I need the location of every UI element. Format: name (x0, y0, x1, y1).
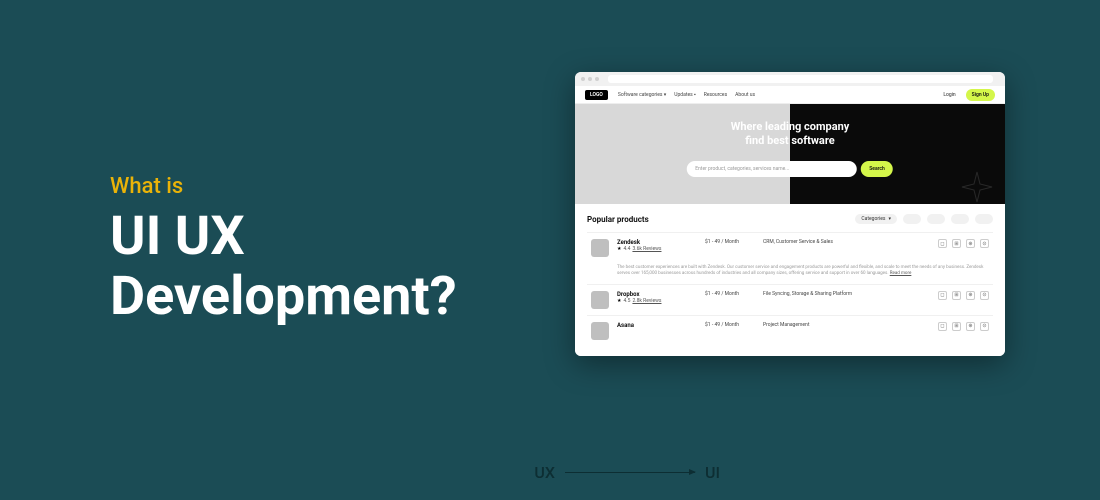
more-icon[interactable]: ⊙ (980, 291, 989, 300)
eyebrow-text: What is (110, 174, 560, 199)
product-description: The best customer experiences are built … (587, 263, 993, 284)
website-mockup: LOGO Software categories ▾ Updates ▪ Res… (575, 72, 1005, 356)
nav-resources[interactable]: Resources (704, 92, 727, 98)
arrow-icon (565, 472, 695, 473)
top-nav: LOGO Software categories ▾ Updates ▪ Res… (575, 86, 1005, 104)
product-price: $1 - 49 / Month (705, 239, 755, 245)
filter-pill[interactable] (975, 214, 993, 224)
ui-label: UI (705, 463, 720, 482)
url-bar[interactable] (608, 75, 993, 83)
product-category: CRM, Customer Service & Sales (763, 239, 930, 245)
bookmark-icon[interactable]: ◻ (938, 291, 947, 300)
product-name: Asana (617, 322, 697, 329)
product-row[interactable]: Asana $1 - 49 / Month Project Management… (587, 315, 993, 346)
globe-icon[interactable]: ⊕ (966, 239, 975, 248)
read-more-link[interactable]: Read more (890, 271, 912, 276)
globe-icon[interactable]: ⊕ (966, 291, 975, 300)
hero-section: Where leading company find best software… (575, 104, 1005, 204)
star-icon: ★ (617, 246, 621, 252)
filter-pill[interactable] (927, 214, 945, 224)
browser-chrome (575, 72, 1005, 86)
ux-label: UX (534, 463, 555, 482)
product-category: File Syncing, Storage & Sharing Platform (763, 291, 930, 297)
search-button[interactable]: Search (861, 161, 893, 177)
nav-about[interactable]: About us (735, 92, 755, 98)
headline: UI UX Development? (110, 207, 560, 326)
reviews-link[interactable]: 2.8k Reviews (632, 298, 661, 304)
grid-icon[interactable]: ⊞ (952, 322, 961, 331)
product-name: Zendesk (617, 239, 697, 246)
headline-line-1: UI UX (110, 205, 245, 268)
product-row[interactable]: Zendesk ★ 4.4 3.6k Reviews $1 - 49 / Mon… (587, 232, 993, 263)
window-dot (588, 77, 592, 81)
star-decoration-icon (957, 170, 997, 210)
product-row[interactable]: Dropbox ★ 4.5 2.8k Reviews $1 - 49 / Mon… (587, 284, 993, 315)
nav-categories[interactable]: Software categories ▾ (618, 92, 666, 98)
product-price: $1 - 49 / Month (705, 322, 755, 328)
window-dot (581, 77, 585, 81)
site-logo[interactable]: LOGO (585, 90, 608, 100)
bookmark-icon[interactable]: ◻ (938, 322, 947, 331)
grid-icon[interactable]: ⊞ (952, 239, 961, 248)
globe-icon[interactable]: ⊕ (966, 322, 975, 331)
star-icon: ★ (617, 298, 621, 304)
product-price: $1 - 49 / Month (705, 291, 755, 297)
product-logo (591, 291, 609, 309)
more-icon[interactable]: ⊙ (980, 239, 989, 248)
reviews-link[interactable]: 3.6k Reviews (632, 246, 661, 252)
signup-button[interactable]: Sign Up (966, 89, 995, 101)
bookmark-icon[interactable]: ◻ (938, 239, 947, 248)
product-logo (591, 239, 609, 257)
filter-pill[interactable] (951, 214, 969, 224)
product-logo (591, 322, 609, 340)
section-title: Popular products (587, 215, 649, 224)
headline-line-2: Development? (110, 265, 457, 328)
ux-to-ui-label: UX UI (534, 463, 720, 482)
product-name: Dropbox (617, 291, 697, 298)
nav-updates[interactable]: Updates ▪ (674, 92, 695, 98)
window-dot (595, 77, 599, 81)
search-input[interactable]: Enter product, categories, services name… (687, 161, 857, 177)
more-icon[interactable]: ⊙ (980, 322, 989, 331)
hero-title: Where leading company find best software (629, 120, 952, 149)
login-link[interactable]: Login (943, 92, 955, 98)
categories-dropdown[interactable]: Categories ▾ (855, 214, 897, 224)
product-category: Project Management (763, 322, 930, 328)
grid-icon[interactable]: ⊞ (952, 291, 961, 300)
filter-pill[interactable] (903, 214, 921, 224)
